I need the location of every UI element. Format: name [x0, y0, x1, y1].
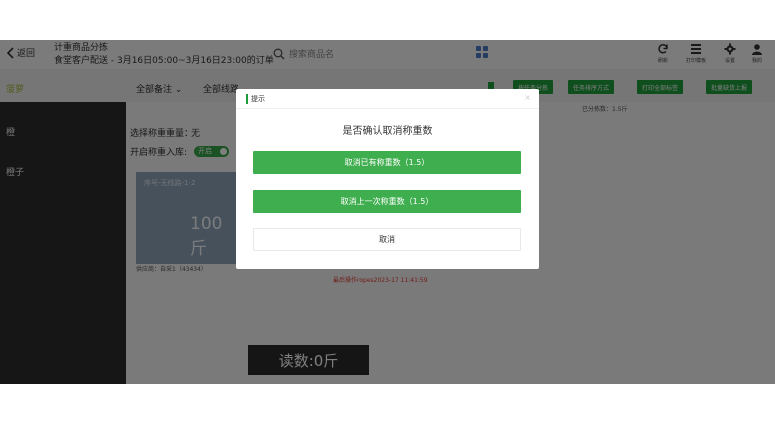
cancel-button[interactable]: 取消	[253, 228, 521, 251]
cancel-last-weight-button[interactable]: 取消上一次称重数（1.5）	[253, 190, 521, 213]
confirm-dialog: 提示 × 是否确认取消称重数 取消已有称重数（1.5） 取消上一次称重数（1.5…	[236, 89, 539, 269]
dialog-accent-bar	[246, 94, 248, 104]
close-icon[interactable]: ×	[524, 93, 531, 102]
dialog-title: 提示	[251, 95, 265, 103]
dialog-message: 是否确认取消称重数	[342, 126, 433, 137]
screen: 返回 计重商品分拣 食堂客户配送 - 3月16日05:00~3月16日23:00…	[0, 0, 775, 424]
cancel-existing-weight-button[interactable]: 取消已有称重数（1.5）	[253, 151, 521, 174]
dialog-header: 提示 ×	[236, 89, 539, 109]
